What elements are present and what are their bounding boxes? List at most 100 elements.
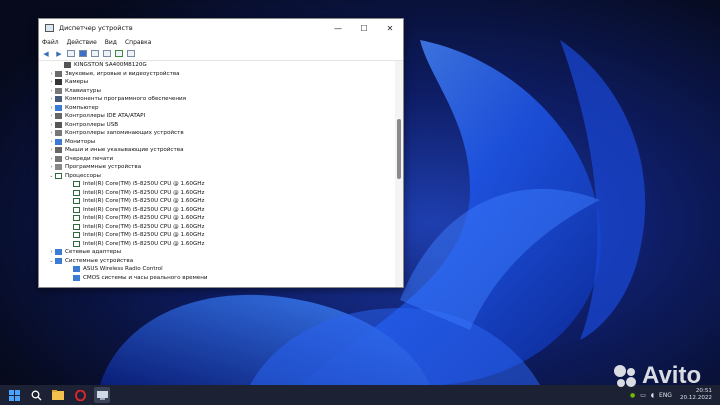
device-tree[interactable]: KINGSTON SA400M8120G › Звуковые, игровые и… bbox=[39, 61, 395, 287]
tree-item[interactable]: Intel(R) Core(TM) i5-8250U CPU @ 1.60GHz bbox=[39, 231, 395, 240]
tree-item-label: Контроллеры запоминающих устройств bbox=[65, 130, 184, 136]
device-manager-window[interactable]: Диспетчер устройств — ☐ ✕ Файл Действие … bbox=[38, 18, 404, 288]
menu-action[interactable]: Действие bbox=[67, 39, 97, 46]
collapsed-chevron-icon[interactable]: › bbox=[48, 129, 55, 138]
opera-browser-icon[interactable] bbox=[72, 387, 88, 403]
tree-item[interactable]: › Мыши и иные указывающие устройства bbox=[39, 146, 395, 155]
avito-watermark-text: Avito bbox=[642, 362, 702, 389]
device-manager-taskbar-icon[interactable] bbox=[94, 387, 110, 403]
collapsed-chevron-icon[interactable]: › bbox=[48, 95, 55, 104]
search-icon[interactable] bbox=[28, 387, 44, 403]
help-icon[interactable] bbox=[79, 50, 87, 57]
mouse-icon bbox=[55, 147, 62, 154]
tree-item-label: Intel(R) Core(TM) i5-8250U CPU @ 1.60GHz bbox=[83, 206, 205, 213]
file-explorer-icon[interactable] bbox=[50, 387, 66, 403]
menu-bar: Файл Действие Вид Справка bbox=[39, 37, 403, 47]
tree-item[interactable]: › Контроллеры IDE ATA/ATAPI bbox=[39, 112, 395, 121]
tree-item-label: Системные устройства bbox=[65, 257, 134, 264]
disk-icon bbox=[64, 62, 71, 69]
clock-date: 20.12.2022 bbox=[679, 395, 712, 401]
tree-item[interactable]: Intel(R) Core(TM) i5-8250U CPU @ 1.60GHz bbox=[39, 206, 395, 215]
tree-item-label: Intel(R) Core(TM) i5-8250U CPU @ 1.60GHz bbox=[83, 240, 205, 247]
monitor-icon bbox=[55, 138, 62, 145]
minimize-button[interactable]: — bbox=[325, 19, 351, 37]
tree-item[interactable]: Intel(R) Core(TM) i5-8250U CPU @ 1.60GHz bbox=[39, 214, 395, 223]
update-driver-icon[interactable] bbox=[103, 50, 111, 57]
tree-item-label: Контроллеры USB bbox=[65, 121, 119, 128]
tree-item[interactable]: › Камеры bbox=[39, 78, 395, 87]
tree-item-label: Очереди печати bbox=[65, 155, 114, 162]
tree-item[interactable]: Intel(R) Core(TM) i5-8250U CPU @ 1.60GHz bbox=[39, 223, 395, 232]
tree-item-label: KINGSTON SA400M8120G bbox=[74, 62, 147, 68]
expanded-chevron-icon[interactable]: ⌄ bbox=[48, 172, 55, 181]
properties-icon[interactable] bbox=[91, 50, 99, 57]
system-device-icon bbox=[73, 266, 80, 273]
scrollbar-thumb[interactable] bbox=[397, 119, 401, 179]
collapsed-chevron-icon[interactable]: › bbox=[48, 87, 55, 96]
collapsed-chevron-icon[interactable]: › bbox=[48, 163, 55, 172]
tree-item[interactable]: ASUS Wireless Radio Control bbox=[39, 265, 395, 274]
collapsed-chevron-icon[interactable]: › bbox=[48, 70, 55, 79]
tree-item[interactable]: › Очереди печати bbox=[39, 155, 395, 164]
tree-item[interactable]: CMOS системы и часы реального времени bbox=[39, 274, 395, 283]
maximize-button[interactable]: ☐ bbox=[351, 19, 377, 37]
collapsed-chevron-icon[interactable]: › bbox=[48, 78, 55, 87]
menu-help[interactable]: Справка bbox=[125, 39, 151, 46]
window-title: Диспетчер устройств bbox=[59, 24, 133, 32]
back-arrow-icon[interactable]: ◀ bbox=[41, 49, 51, 58]
ide-controller-icon bbox=[55, 113, 62, 120]
start-windows-icon[interactable] bbox=[6, 387, 22, 403]
monitor-scan-icon[interactable] bbox=[127, 50, 135, 57]
collapsed-chevron-icon[interactable]: › bbox=[48, 146, 55, 155]
scan-hardware-icon[interactable] bbox=[115, 50, 123, 57]
tree-item[interactable]: › Мониторы bbox=[39, 138, 395, 147]
tree-item-label: Компоненты программного обеспечения bbox=[65, 96, 187, 102]
close-button[interactable]: ✕ bbox=[377, 19, 403, 37]
tree-item-label: Программные устройства bbox=[65, 164, 142, 170]
collapsed-chevron-icon[interactable]: › bbox=[48, 248, 55, 257]
tree-item[interactable]: Intel(R) Core(TM) i5-8250U CPU @ 1.60GHz bbox=[39, 180, 395, 189]
show-hide-tree-icon[interactable] bbox=[67, 50, 75, 57]
tree-item-label: Камеры bbox=[65, 79, 89, 85]
tree-item[interactable]: Intel(R) Core(TM) i5-8250U CPU @ 1.60GHz bbox=[39, 240, 395, 249]
tree-item[interactable]: › Сетевые адаптеры bbox=[39, 248, 395, 257]
collapsed-chevron-icon[interactable]: › bbox=[48, 121, 55, 130]
tree-item-label: Intel(R) Core(TM) i5-8250U CPU @ 1.60GHz bbox=[83, 189, 205, 196]
tree-item-label: Intel(R) Core(TM) i5-8250U CPU @ 1.60GHz bbox=[83, 223, 205, 230]
cpu-icon bbox=[73, 206, 80, 213]
tree-item[interactable]: › Компьютер bbox=[39, 104, 395, 113]
expanded-chevron-icon[interactable]: ⌄ bbox=[48, 257, 55, 266]
tree-item[interactable]: › Звуковые, игровые и видеоустройства bbox=[39, 70, 395, 79]
collapsed-chevron-icon[interactable]: › bbox=[48, 155, 55, 164]
cpu-icon bbox=[73, 240, 80, 247]
tree-item[interactable]: › Контроллеры USB bbox=[39, 121, 395, 130]
tree-item[interactable]: › Контроллеры запоминающих устройств bbox=[39, 129, 395, 138]
language-indicator[interactable]: ENG bbox=[659, 392, 672, 399]
tree-item-label: Клавиатуры bbox=[65, 87, 101, 94]
clock[interactable]: 20:51 20.12.2022 bbox=[680, 388, 712, 402]
volume-icon[interactable]: ◖ bbox=[651, 392, 654, 399]
sound-icon bbox=[55, 70, 62, 77]
network-adapter-icon bbox=[55, 249, 62, 256]
tree-item[interactable]: KINGSTON SA400M8120G bbox=[39, 61, 395, 70]
tree-item[interactable]: ⌄ Процессоры bbox=[39, 172, 395, 181]
tree-item[interactable]: Intel(R) Core(TM) i5-8250U CPU @ 1.60GHz bbox=[39, 189, 395, 198]
forward-arrow-icon[interactable]: ▶ bbox=[54, 49, 64, 58]
tree-item[interactable]: ⌄ Системные устройства bbox=[39, 257, 395, 266]
tree-item[interactable]: › Программные устройства bbox=[39, 163, 395, 172]
tree-item[interactable]: Intel(R) Core(TM) i5-8250U CPU @ 1.60GHz bbox=[39, 197, 395, 206]
menu-view[interactable]: Вид bbox=[105, 39, 117, 46]
collapsed-chevron-icon[interactable]: › bbox=[48, 112, 55, 121]
vertical-scrollbar[interactable] bbox=[395, 61, 403, 287]
nvidia-tray-icon[interactable]: ● bbox=[630, 392, 635, 399]
tree-item[interactable]: › Клавиатуры bbox=[39, 87, 395, 96]
keyboard-icon bbox=[55, 87, 62, 94]
network-icon[interactable]: ▭ bbox=[640, 392, 646, 399]
cpu-icon bbox=[73, 198, 80, 205]
menu-file[interactable]: Файл bbox=[42, 39, 59, 46]
collapsed-chevron-icon[interactable]: › bbox=[48, 138, 55, 147]
tree-item-label: CMOS системы и часы реального времени bbox=[83, 274, 208, 281]
collapsed-chevron-icon[interactable]: › bbox=[48, 104, 55, 113]
title-bar[interactable]: Диспетчер устройств — ☐ ✕ bbox=[39, 19, 403, 37]
tree-item[interactable]: › Компоненты программного обеспечения bbox=[39, 95, 395, 104]
